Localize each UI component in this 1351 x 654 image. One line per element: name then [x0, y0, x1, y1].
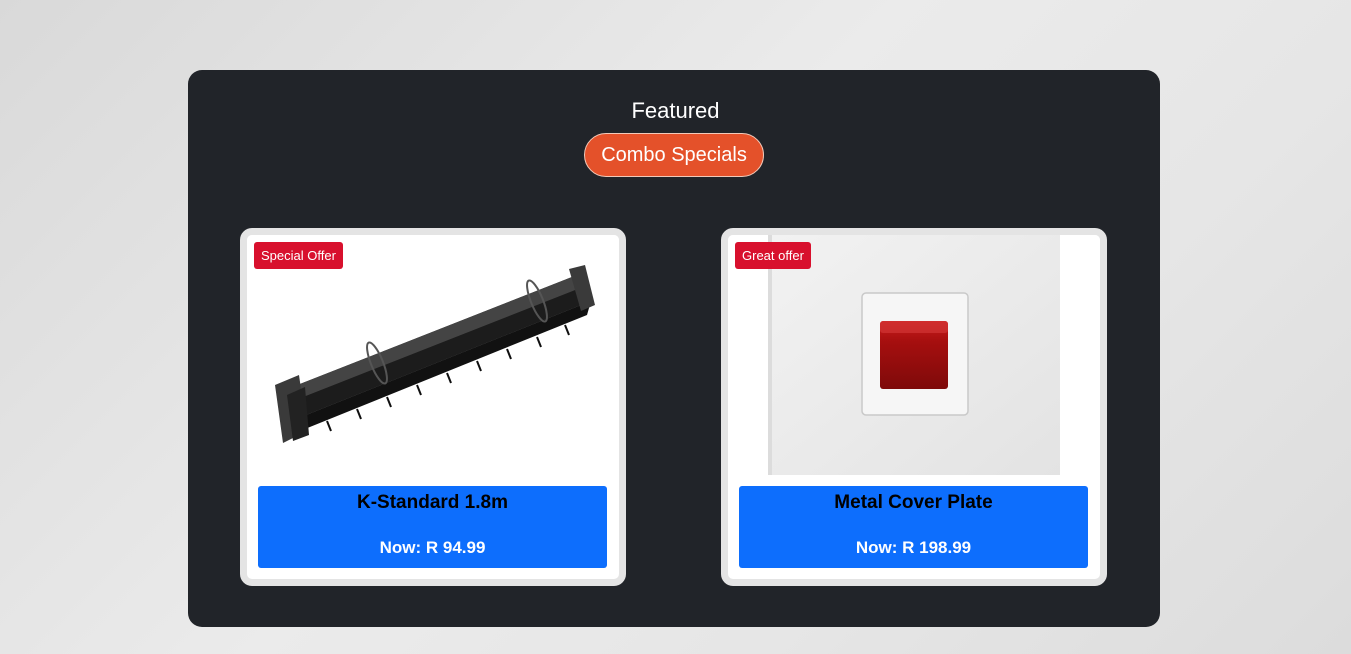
product-price: Now: R 198.99 — [855, 538, 972, 557]
offer-badge: Special Offer — [254, 242, 343, 269]
product-info[interactable]: K-Standard 1.8m Now: R 94.99 — [258, 486, 607, 568]
product-info[interactable]: Metal Cover Plate Now: R 198.99 — [739, 486, 1088, 568]
product-name[interactable]: Metal Cover Plate — [739, 491, 1088, 515]
product-name[interactable]: K-Standard 1.8m — [258, 491, 607, 515]
product-image[interactable] — [247, 235, 619, 481]
featured-title: Featured — [631, 98, 720, 123]
product-image[interactable] — [728, 235, 1100, 481]
combo-specials-button[interactable]: Combo Specials — [584, 133, 764, 177]
product-card[interactable]: Great offer Metal Cover Plate Now: R 198… — [721, 228, 1107, 586]
product-card[interactable]: Special Offer K-Standard 1.8m Now: R 94.… — [240, 228, 626, 586]
product-price: Now: R 94.99 — [379, 538, 486, 557]
offer-badge: Great offer — [735, 242, 811, 269]
